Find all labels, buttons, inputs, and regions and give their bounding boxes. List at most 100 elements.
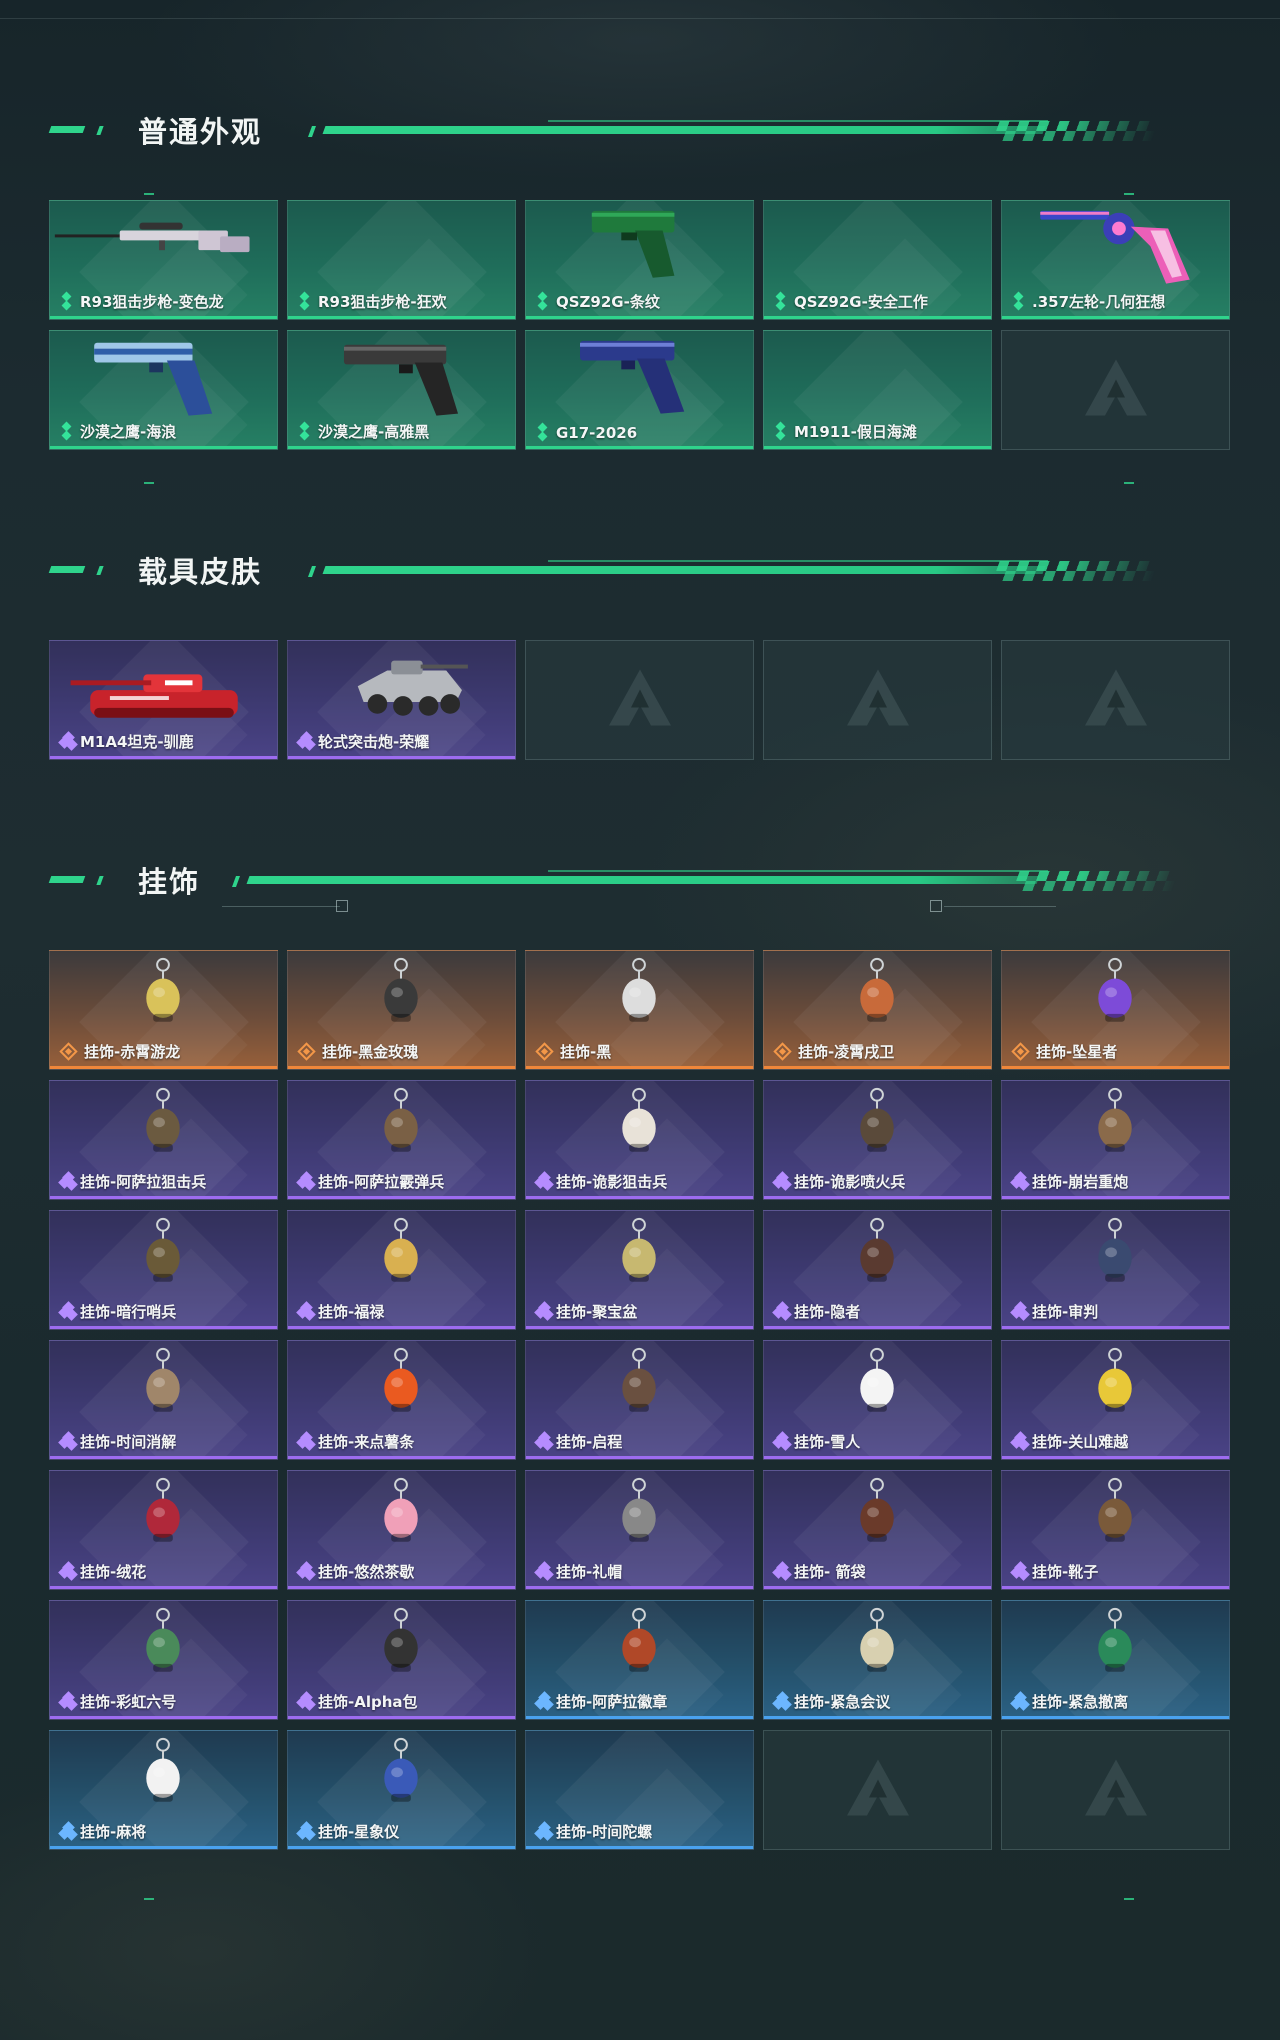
rarity-bar	[764, 1456, 991, 1459]
item-card[interactable]: 沙漠之鹰-高雅黑	[287, 330, 516, 450]
rarity-purple-icon	[296, 1560, 316, 1581]
rarity-purple-icon	[772, 1560, 792, 1581]
item-label-row: 挂饰-礼帽	[534, 1560, 622, 1582]
item-card[interactable]: M1A4坦克-驯鹿	[49, 640, 278, 760]
item-name: 挂饰- 箭袋	[794, 1563, 866, 1581]
item-card[interactable]: QSZ92G-条纹	[525, 200, 754, 320]
item-label-row: QSZ92G-条纹	[536, 291, 660, 312]
accent-tick	[1124, 1898, 1134, 1900]
item-card[interactable]: 挂饰-时间陀螺	[525, 1730, 754, 1850]
item-label-row: 挂饰-黑	[535, 1041, 611, 1062]
item-label-row: 挂饰-福禄	[296, 1300, 385, 1322]
item-card[interactable]: 挂饰-隐者	[763, 1210, 992, 1330]
rarity-bar	[288, 1586, 515, 1589]
item-card[interactable]: 挂饰-Alpha包	[287, 1600, 516, 1720]
item-label-row: 挂饰-诡影喷火兵	[772, 1170, 905, 1192]
item-card[interactable]: R93狙击步枪-狂欢	[287, 200, 516, 320]
item-name: R93狙击步枪-变色龙	[80, 293, 224, 311]
item-card[interactable]: 挂饰-阿萨拉霰弹兵	[287, 1080, 516, 1200]
item-label-row: 沙漠之鹰-海浪	[60, 421, 176, 442]
item-card[interactable]: 挂饰-启程	[525, 1340, 754, 1460]
rarity-purple-icon	[58, 1430, 78, 1451]
item-name: 挂饰-暗行哨兵	[80, 1303, 177, 1321]
item-card[interactable]: 挂饰-暗行哨兵	[49, 1210, 278, 1330]
item-card[interactable]: 挂饰-凌霄戌卫	[763, 950, 992, 1070]
item-card[interactable]: 挂饰-绒花	[49, 1470, 278, 1590]
header-accent	[96, 566, 104, 575]
item-card[interactable]: 挂饰-赤霄游龙	[49, 950, 278, 1070]
rarity-bar	[50, 1586, 277, 1589]
item-name: 挂饰-紧急撤离	[1032, 1693, 1129, 1711]
header-accent	[48, 876, 86, 883]
item-card[interactable]: 挂饰-黑	[525, 950, 754, 1070]
item-card[interactable]: QSZ92G-安全工作	[763, 200, 992, 320]
rarity-purple-icon	[772, 1170, 792, 1191]
item-card[interactable]: 沙漠之鹰-海浪	[49, 330, 278, 450]
item-label-row: 挂饰-阿萨拉霰弹兵	[296, 1170, 444, 1192]
rarity-bar	[50, 316, 277, 319]
item-card[interactable]: 挂饰-黑金玫瑰	[287, 950, 516, 1070]
rarity-purple-icon	[296, 1170, 316, 1191]
item-card[interactable]: 挂饰-阿萨拉徽章	[525, 1600, 754, 1720]
item-card[interactable]: 挂饰-关山难越	[1001, 1340, 1230, 1460]
item-name: 挂饰-凌霄戌卫	[798, 1043, 895, 1061]
item-card[interactable]: M1911-假日海滩	[763, 330, 992, 450]
rarity-bar	[288, 446, 515, 449]
item-name: 挂饰-关山难越	[1032, 1433, 1129, 1451]
item-card[interactable]: 挂饰-麻将	[49, 1730, 278, 1850]
rarity-bar	[288, 1196, 515, 1199]
item-label-row: R93狙击步枪-变色龙	[60, 291, 224, 312]
item-card[interactable]: 挂饰-雪人	[763, 1340, 992, 1460]
item-name: 挂饰-启程	[556, 1433, 623, 1451]
item-card[interactable]: 挂饰-时间消解	[49, 1340, 278, 1460]
accent-tick	[144, 193, 154, 195]
header-accent	[96, 876, 104, 885]
rarity-bar	[50, 1456, 277, 1459]
accent-tick	[144, 482, 154, 484]
rarity-blue-icon	[58, 1820, 78, 1841]
game-logo-icon	[1081, 356, 1151, 425]
rarity-bar	[288, 1066, 515, 1069]
item-card[interactable]: 挂饰-来点薯条	[287, 1340, 516, 1460]
item-card[interactable]: 挂饰-紧急会议	[763, 1600, 992, 1720]
item-name: 挂饰-福禄	[318, 1303, 385, 1321]
item-card[interactable]: 挂饰-审判	[1001, 1210, 1230, 1330]
item-card[interactable]: 挂饰-聚宝盆	[525, 1210, 754, 1330]
item-card[interactable]: 挂饰-紧急撤离	[1001, 1600, 1230, 1720]
item-card[interactable]: 挂饰-坠星者	[1001, 950, 1230, 1070]
item-label-row: 沙漠之鹰-高雅黑	[298, 421, 429, 442]
item-name: QSZ92G-条纹	[556, 293, 660, 311]
item-label-row: M1911-假日海滩	[774, 421, 917, 442]
rarity-bar	[1002, 1586, 1229, 1589]
item-label-row: M1A4坦克-驯鹿	[58, 730, 194, 752]
rarity-purple-icon	[296, 1430, 316, 1451]
item-name: 轮式突击炮-荣耀	[318, 733, 430, 751]
item-label-row: 挂饰-关山难越	[1010, 1430, 1129, 1452]
item-card[interactable]: 挂饰- 箭袋	[763, 1470, 992, 1590]
item-label-row: 挂饰-麻将	[58, 1820, 146, 1842]
item-label-row: 挂饰-彩虹六号	[58, 1690, 176, 1712]
item-card[interactable]: .357左轮-几何狂想	[1001, 200, 1230, 320]
item-card[interactable]: 挂饰-悠然茶歇	[287, 1470, 516, 1590]
rarity-bar	[1002, 1066, 1229, 1069]
item-card[interactable]: 挂饰-彩虹六号	[49, 1600, 278, 1720]
item-card[interactable]: 挂饰-星象仪	[287, 1730, 516, 1850]
item-name: 挂饰-阿萨拉狙击兵	[80, 1173, 207, 1191]
section-title: 载具皮肤	[138, 555, 263, 589]
item-card[interactable]: 挂饰-阿萨拉狙击兵	[49, 1080, 278, 1200]
item-card[interactable]: G17-2026	[525, 330, 754, 450]
item-card[interactable]: 挂饰-崩岩重炮	[1001, 1080, 1230, 1200]
rarity-purple-icon	[296, 730, 316, 751]
item-card[interactable]: 挂饰-福禄	[287, 1210, 516, 1330]
item-label-row: 轮式突击炮-荣耀	[296, 730, 430, 752]
item-card[interactable]: 挂饰-诡影狙击兵	[525, 1080, 754, 1200]
item-label-row: 挂饰-靴子	[1010, 1560, 1098, 1582]
item-card[interactable]: 挂饰-诡影喷火兵	[763, 1080, 992, 1200]
item-label-row: 挂饰-坠星者	[1011, 1041, 1117, 1062]
header-accent	[96, 126, 104, 135]
item-card[interactable]: R93狙击步枪-变色龙	[49, 200, 278, 320]
divider-line	[944, 906, 1056, 907]
item-card[interactable]: 挂饰-礼帽	[525, 1470, 754, 1590]
item-card[interactable]: 挂饰-靴子	[1001, 1470, 1230, 1590]
item-card[interactable]: 轮式突击炮-荣耀	[287, 640, 516, 760]
